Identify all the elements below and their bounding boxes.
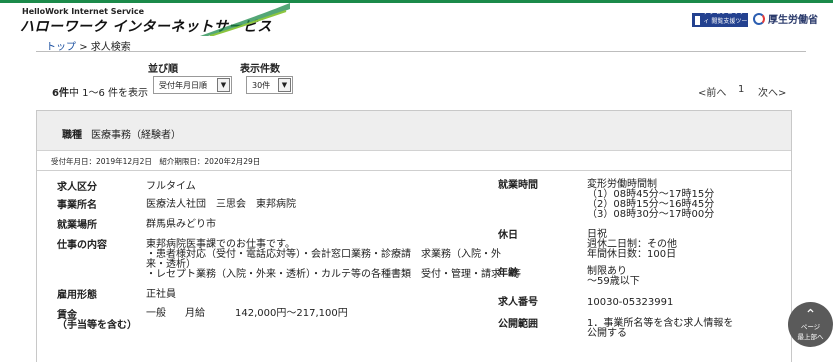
job-card: 職種 医療事務（経験者） 受付年月日：2019年12月2日 紹介期限日：2020年… — [36, 110, 792, 362]
per-page-label: 表示件数 — [240, 64, 280, 75]
swoosh-graphic — [200, 3, 290, 36]
location-value: 群馬県みどり市 — [146, 219, 216, 230]
location-label: 就業場所 — [57, 220, 97, 231]
employment-value: 正社員 — [146, 289, 176, 300]
sort-select[interactable]: 受付年月日順 ▼ — [153, 76, 232, 94]
result-range: 中 1～6 件を表示 — [68, 88, 149, 99]
duties-line: ・患者様対応（受付・電話応対等）・会計窓口業務・診療請 求業務（入院・外 — [146, 249, 501, 260]
result-total: 6件 — [52, 88, 69, 99]
mhlw-mark-icon — [753, 12, 765, 25]
occupation-label: 職種 — [62, 130, 82, 141]
scroll-to-top-button[interactable]: ⌃ ページ 最上部へ — [788, 302, 833, 347]
job-number-value: 10030-05323991 — [587, 297, 674, 308]
job-number-label: 求人番号 — [498, 297, 538, 308]
logo-english: HelloWork Internet Service — [22, 7, 145, 16]
accessibility-icon — [695, 15, 701, 25]
chevron-down-icon: ▼ — [217, 78, 230, 92]
hours-line: （3）08時30分～17時00分 — [587, 209, 715, 220]
employment-label: 雇用形態 — [57, 290, 97, 301]
sort-label: 並び順 — [148, 64, 178, 75]
per-page-select-value: 30件 — [252, 80, 271, 90]
pager-next[interactable]: 次へ> — [758, 84, 786, 99]
job-dates: 受付年月日：2019年12月2日 紹介期限日：2020年2月29日 — [51, 157, 261, 166]
scroll-top-line2: 最上部へ — [797, 332, 824, 341]
mhlw-label: 厚生労働省 — [768, 15, 818, 26]
age-line: ～59歳以下 — [587, 276, 640, 287]
hours-label: 就業時間 — [498, 180, 538, 191]
accessibility-tool-badge[interactable]: アクセシビリティ 閲覧支援ツール — [692, 9, 748, 34]
occupation: 職種 医療事務（経験者） — [62, 126, 181, 141]
job-type-label: 求人区分 — [57, 182, 97, 193]
card-divider — [37, 170, 791, 171]
company-value: 医療法人社団 三思会 東邦病院 — [146, 199, 296, 210]
accessibility-badge-text: アクセシビリティ 閲覧支援ツール — [703, 8, 748, 34]
job-type-value: フルタイム — [146, 181, 196, 192]
chevron-up-icon: ⌃ — [804, 306, 817, 323]
sort-select-value: 受付年月日順 — [159, 80, 207, 90]
disclosure-line: 公開する — [587, 328, 627, 339]
wage-label-note: （手当等を含む） — [57, 320, 137, 331]
wage-unit: 月給 — [185, 308, 205, 319]
job-card-header: 職種 医療事務（経験者） — [37, 111, 791, 151]
mhlw-logo[interactable]: 厚生労働省 — [753, 11, 818, 26]
disclosure-label: 公開範囲 — [498, 319, 538, 330]
pager-current-page: 1 — [738, 84, 745, 95]
pager-prev[interactable]: <前へ — [698, 84, 726, 99]
scroll-top-line1: ページ — [800, 322, 821, 331]
holiday-line: 年間休日数：100日 — [587, 249, 677, 260]
chevron-down-icon: ▼ — [278, 78, 291, 92]
company-label: 事業所名 — [57, 200, 97, 211]
header-divider — [36, 51, 806, 52]
wage-value: 142,000円～217,100円 — [235, 308, 348, 319]
age-label: 年齢 — [498, 268, 518, 279]
site-header: HelloWork Internet Service ハローワーク インターネッ… — [0, 3, 833, 36]
holiday-label: 休日 — [498, 230, 518, 241]
wage-kind: 一般 — [146, 308, 166, 319]
occupation-value: 医療事務（経験者） — [91, 130, 181, 141]
duties-line: ・レセプト業務（入院・外来・透析）・カルテ等の各種書類 受付・管理・請求 等 — [146, 269, 521, 280]
duties-label: 仕事の内容 — [57, 240, 107, 251]
result-count: 6件中 1～6 件を表示 — [52, 84, 148, 99]
per-page-select[interactable]: 30件 ▼ — [246, 76, 293, 94]
